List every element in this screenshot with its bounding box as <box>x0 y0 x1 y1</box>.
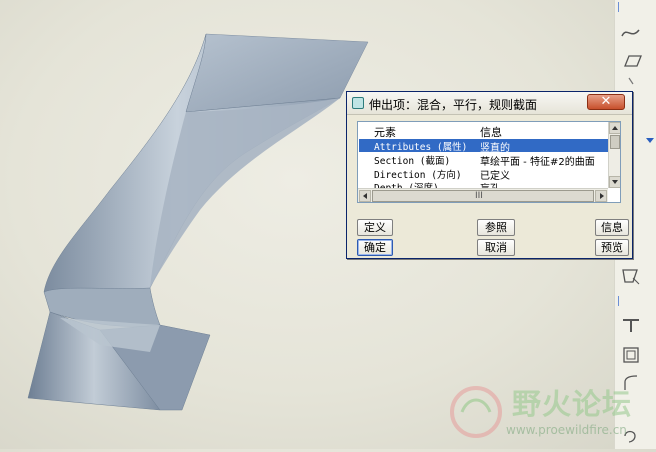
define-button[interactable]: 定义 <box>357 219 393 236</box>
scroll-left-button[interactable] <box>359 190 371 202</box>
reference-button[interactable]: 参照 <box>477 219 515 236</box>
scroll-up-button[interactable] <box>609 122 620 134</box>
cancel-button[interactable]: 取消 <box>477 239 515 256</box>
toolbar-expand-arrow-icon[interactable] <box>646 138 654 143</box>
arrow-up-icon <box>612 126 618 130</box>
element-list[interactable]: 元素 信息 Attributes (属性) 竖直的 Section (截面) 草… <box>357 121 621 203</box>
model-top-face <box>185 33 369 113</box>
list-item[interactable]: Direction (方向) 已定义 <box>359 167 608 182</box>
column-header-element: 元素 <box>374 126 396 139</box>
close-icon: ✕ <box>600 94 612 109</box>
dialog-title: 伸出项：混合，平行，规则截面 <box>369 98 538 112</box>
list-item[interactable]: Attributes (属性) 竖直的 <box>359 139 608 154</box>
list-item-info: 竖直的 <box>480 143 510 154</box>
horizontal-scrollbar[interactable]: III <box>358 188 608 202</box>
close-button[interactable]: ✕ <box>587 94 625 110</box>
arrow-down-icon <box>612 180 618 184</box>
ok-button[interactable]: 确定 <box>357 239 393 256</box>
list-item-element: Attributes (属性) <box>374 142 468 153</box>
info-button[interactable]: 信息 <box>595 219 629 236</box>
toolbar-separator <box>618 296 619 306</box>
list-item-element: Section (截面) <box>374 156 451 167</box>
preview-button[interactable]: 预览 <box>595 239 629 256</box>
shell-icon[interactable] <box>619 344 643 366</box>
vertical-scroll-thumb[interactable] <box>610 135 620 149</box>
column-header-info: 信息 <box>480 126 502 139</box>
list-item-info: 草绘平面 - 特征#2的曲面 <box>480 157 595 168</box>
feature-dialog: 伸出项：混合，平行，规则截面 ✕ 元素 信息 Attributes (属性) 竖… <box>346 91 633 259</box>
toolbar-separator <box>618 2 619 12</box>
arrow-left-icon <box>363 193 367 199</box>
draft-icon[interactable] <box>619 266 643 288</box>
watermark-logo <box>450 386 502 438</box>
list-item[interactable]: Section (截面) 草绘平面 - 特征#2的曲面 <box>359 153 608 168</box>
sketch-curve-icon[interactable] <box>619 22 643 44</box>
dialog-window-icon <box>352 97 364 109</box>
dialog-titlebar[interactable]: 伸出项：混合，平行，规则截面 ✕ <box>347 92 632 115</box>
scroll-down-button[interactable] <box>609 176 620 188</box>
horizontal-scroll-thumb[interactable]: III <box>372 190 594 202</box>
arrow-right-icon <box>600 193 604 199</box>
vertical-scrollbar[interactable] <box>608 122 620 188</box>
datum-plane-icon[interactable] <box>619 50 643 72</box>
list-item-element: Direction (方向) <box>374 170 462 181</box>
grip-icon: III <box>475 191 483 201</box>
sweep-icon[interactable] <box>619 314 643 336</box>
watermark-text: 野火论坛 <box>512 387 633 421</box>
watermark-url: www.proewildfire.cn <box>506 423 627 437</box>
scroll-right-button[interactable] <box>595 190 607 202</box>
